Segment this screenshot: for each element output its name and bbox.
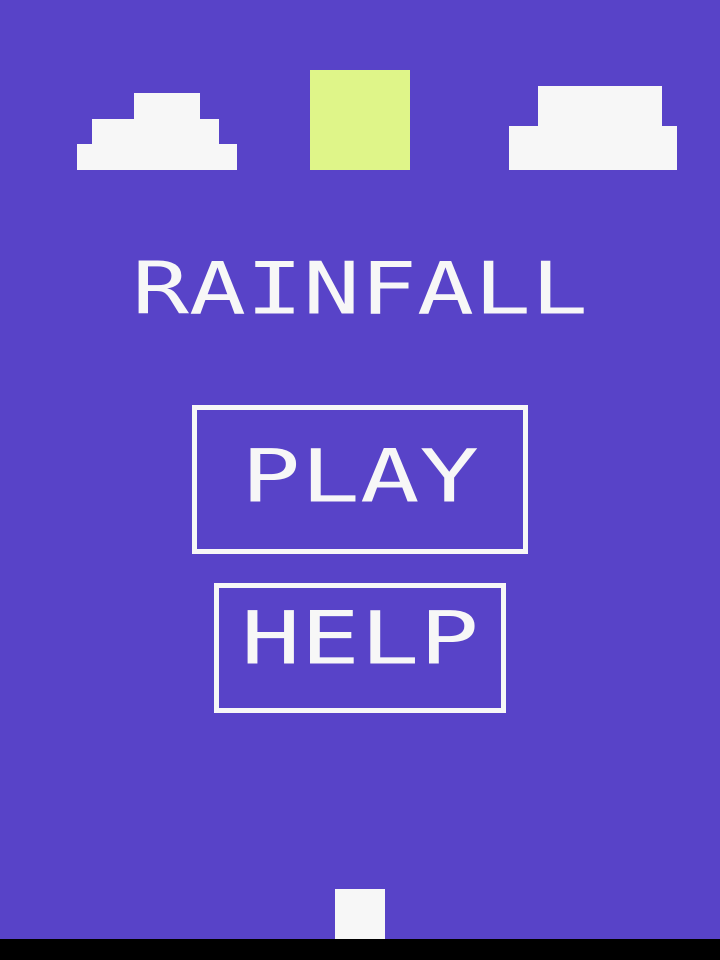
cloud-left-bottom <box>77 144 237 170</box>
play-button-label: PLAY <box>241 445 479 518</box>
cloud-right-top <box>538 86 662 126</box>
cloud-right-bottom <box>509 126 677 170</box>
game-title-text: RAINFALL <box>132 258 588 330</box>
cloud-right <box>509 86 677 170</box>
bottom-bar <box>0 939 720 960</box>
help-button[interactable]: HELP <box>214 583 506 713</box>
play-button[interactable]: PLAY <box>192 405 528 554</box>
cloud-left-top <box>134 93 200 119</box>
player-block <box>335 889 385 939</box>
svg-text:PLAY: PLAY <box>241 445 479 518</box>
help-button-label: HELP <box>241 607 479 680</box>
sun-block <box>310 70 410 170</box>
game-title: RAINFALL <box>132 258 588 330</box>
svg-text:HELP: HELP <box>241 607 479 680</box>
cloud-left-middle <box>92 119 219 144</box>
cloud-left <box>77 93 237 170</box>
game-screen: RAINFALL PLAY HELP <box>0 0 720 939</box>
